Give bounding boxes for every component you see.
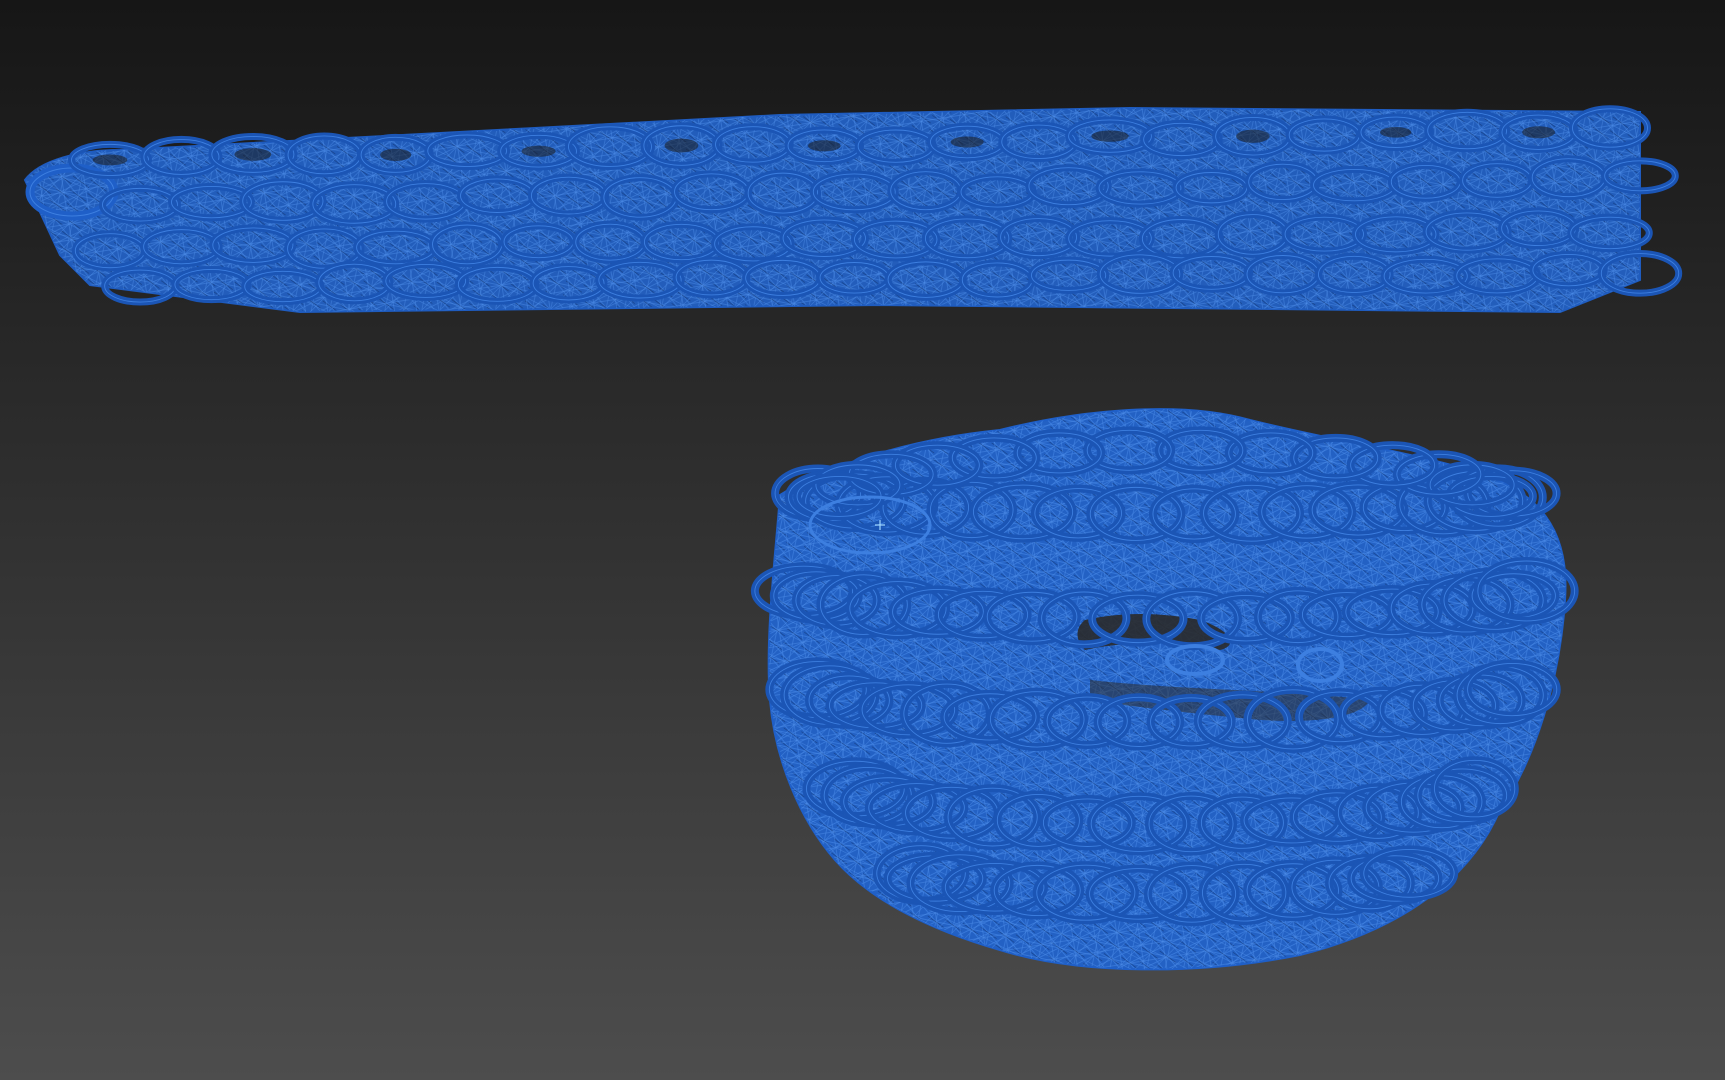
chain-link-hole [1091, 130, 1129, 142]
chain-link-hole [92, 154, 128, 166]
coiled-chain-wireframe[interactable] [750, 408, 1579, 971]
chain-link-hole [234, 148, 272, 161]
3d-viewport[interactable] [0, 0, 1725, 1080]
chain-link-hole [1236, 129, 1270, 143]
straight-chain-wireframe[interactable] [23, 105, 1683, 314]
chain-link-hole [1380, 126, 1412, 138]
chain-link-hole [380, 148, 412, 161]
chain-link-hole [1522, 126, 1556, 139]
chain-link-hole [521, 145, 556, 157]
viewport-canvas [0, 0, 1725, 1080]
chain-link-hole [807, 140, 841, 152]
chain-link-hole [950, 136, 984, 148]
chain-link-hole [664, 138, 699, 153]
